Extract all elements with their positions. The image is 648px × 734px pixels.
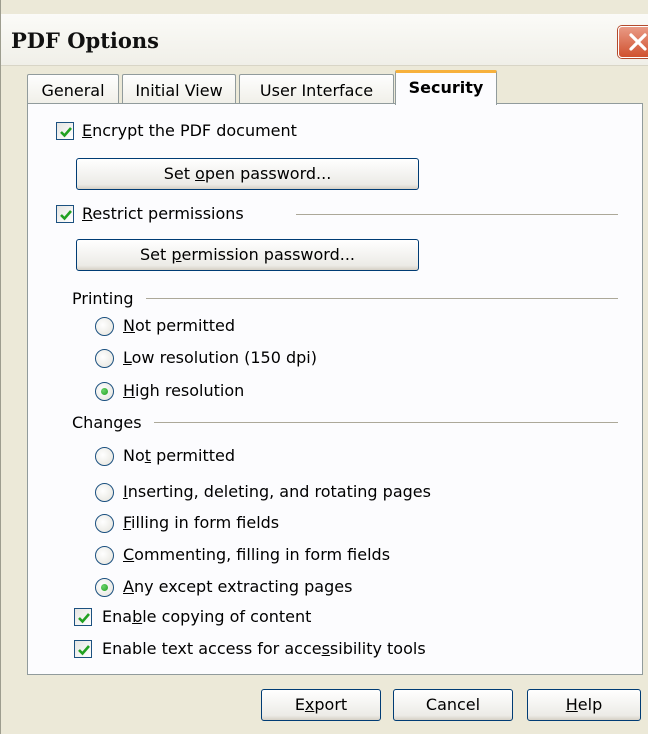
tab-general[interactable]: General xyxy=(27,74,119,104)
help-button[interactable]: Help xyxy=(527,689,641,721)
tab-initial-view[interactable]: Initial View xyxy=(122,74,236,104)
printing-separator xyxy=(146,298,618,299)
tab-initial-view-label: Initial View xyxy=(135,81,223,100)
printing-high-resolution-label: High resolution xyxy=(123,381,245,400)
changes-inserting-radio[interactable] xyxy=(95,483,114,502)
restrict-separator xyxy=(296,214,618,215)
checkmark-icon xyxy=(60,127,72,138)
tab-general-label: General xyxy=(41,81,105,100)
printing-high-resolution-radio[interactable] xyxy=(95,382,114,401)
enable-text-access-label: Enable text access for accessibility too… xyxy=(102,639,426,658)
close-button[interactable] xyxy=(618,26,648,58)
changes-any-except-label: Any except extracting pages xyxy=(123,577,353,596)
printing-heading: Printing xyxy=(72,289,134,308)
tab-security-label: Security xyxy=(408,78,484,97)
pdf-options-dialog: PDF Options General Initial View User In… xyxy=(0,0,648,734)
tab-user-interface-label: User Interface xyxy=(259,81,374,100)
changes-heading: Changes xyxy=(72,413,142,432)
tab-security[interactable]: Security xyxy=(395,70,497,105)
security-panel: Encrypt the PDF document Set open passwo… xyxy=(27,103,643,675)
export-button[interactable]: Export xyxy=(261,689,381,721)
close-icon xyxy=(629,33,647,51)
changes-inserting-label: Inserting, deleting, and rotating pages xyxy=(123,482,431,501)
enable-copying-label: Enable copying of content xyxy=(102,607,312,626)
cancel-button[interactable]: Cancel xyxy=(393,689,513,721)
restrict-permissions-label: Restrict permissions xyxy=(82,204,244,223)
radio-dot-icon xyxy=(101,584,108,591)
changes-not-permitted-label: Not permitted xyxy=(123,446,236,465)
restrict-permissions-checkbox[interactable] xyxy=(56,205,74,223)
tab-user-interface[interactable]: User Interface xyxy=(239,74,394,104)
enable-copying-checkbox[interactable] xyxy=(74,608,92,626)
encrypt-checkbox[interactable] xyxy=(56,122,74,140)
changes-filling-label: Filling in form fields xyxy=(123,513,280,532)
printing-not-permitted-radio[interactable] xyxy=(95,317,114,336)
encrypt-label: Encrypt the PDF document xyxy=(82,121,297,140)
printing-low-resolution-radio[interactable] xyxy=(95,349,114,368)
set-open-password-button[interactable]: Set open password... xyxy=(76,158,419,190)
title-bar: PDF Options xyxy=(1,14,648,66)
checkmark-icon xyxy=(60,210,72,221)
changes-any-except-radio[interactable] xyxy=(95,578,114,597)
changes-commenting-label: Commenting, filling in form fields xyxy=(123,545,391,564)
radio-dot-icon xyxy=(101,388,108,395)
dialog-title: PDF Options xyxy=(11,28,159,53)
changes-commenting-radio[interactable] xyxy=(95,546,114,565)
changes-filling-radio[interactable] xyxy=(95,514,114,533)
checkmark-icon xyxy=(78,645,90,656)
enable-text-access-checkbox[interactable] xyxy=(74,640,92,658)
printing-low-resolution-label: Low resolution (150 dpi) xyxy=(123,348,317,367)
checkmark-icon xyxy=(78,613,90,624)
set-permission-password-button[interactable]: Set permission password... xyxy=(76,239,419,271)
changes-not-permitted-radio[interactable] xyxy=(95,447,114,466)
changes-separator xyxy=(154,422,618,423)
printing-not-permitted-label: Not permitted xyxy=(123,316,235,335)
